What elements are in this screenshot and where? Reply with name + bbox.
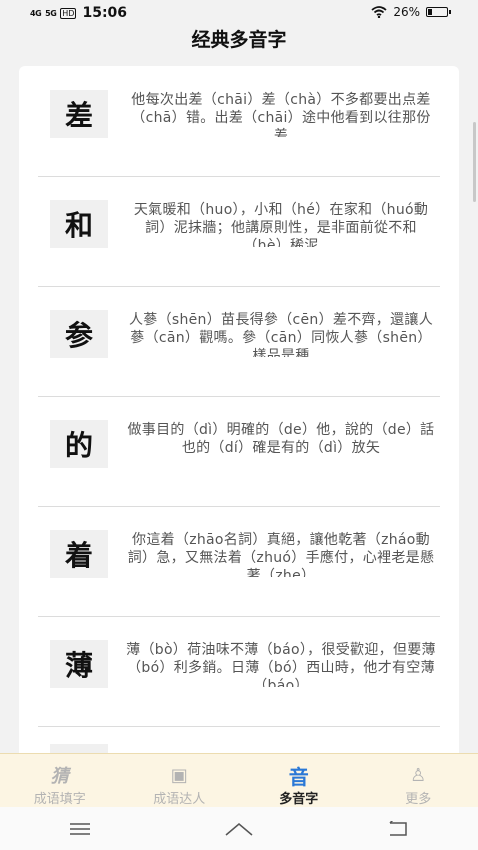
list-item-text: 你這着（zhāo名詞）真絕，讓他乾著（zháo動詞）急，又無法着（zhuó）手應… (127, 532, 435, 577)
wifi-icon (371, 6, 387, 18)
list-item-text: 做事目的（dì）明確的（de）他，說的（de）話也的（dí）確是有的（dì）放矢 (127, 422, 435, 456)
list-item[interactable]: 着 你這着（zhāo名詞）真絕，讓他乾著（zháo動詞）急，又無法着（zhuó）… (38, 506, 440, 617)
scrollbar[interactable] (473, 122, 476, 202)
list-item[interactable]: 参 人蔘（shēn）苗長得參（cēn）差不齊，還讓人蔘（cān）觀嗎。參（cān… (38, 286, 440, 397)
list-item-char: 薄 (50, 640, 108, 688)
tab-polyphone[interactable]: 音 多音字 (239, 754, 359, 808)
tab-more[interactable]: ♙ 更多 (359, 754, 478, 808)
signal-5g-icon: 5G (45, 8, 57, 18)
signal-4g-icon: 4G (30, 8, 42, 18)
back-icon (389, 820, 408, 836)
polyphone-list[interactable]: 差 他每次出差（chāi）差（chà）不多都要出点差（chā）错。出差（chāi… (19, 66, 459, 766)
back-button[interactable] (368, 814, 428, 844)
bottom-tab-bar: 猜 成语填字 ▣ 成语达人 音 多音字 ♙ 更多 (0, 753, 478, 808)
sound-char-icon: 音 (288, 764, 309, 789)
page-title: 经典多音字 (191, 29, 287, 51)
tab-label: 成语填字 (33, 792, 86, 807)
tab-idiom-master[interactable]: ▣ 成语达人 (120, 754, 240, 808)
book-icon: ▣ (170, 764, 188, 786)
list-item[interactable]: 的 做事目的（dì）明確的（de）他，說的（de）話也的（dí）確是有的（dì）… (38, 396, 440, 507)
list-item-text: 他每次出差（chāi）差（chà）不多都要出点差（chā）错。出差（chāi）途… (131, 92, 431, 137)
list-item-char: 参 (50, 310, 108, 358)
menu-button[interactable] (50, 814, 110, 844)
person-icon: ♙ (410, 764, 427, 786)
tab-label: 多音字 (279, 792, 319, 807)
battery-icon (426, 7, 451, 17)
list-item[interactable]: 差 他每次出差（chāi）差（chà）不多都要出点差（chā）错。出差（chāi… (38, 66, 440, 177)
list-item[interactable]: 薄 薄（bò）荷油味不薄（báo），很受歡迎，但要薄（bó）利多銷。日薄（bó）… (38, 616, 440, 727)
menu-icon (69, 822, 90, 835)
home-button[interactable] (209, 814, 269, 844)
list-item-text: 薄（bò）荷油味不薄（báo），很受歡迎，但要薄（bó）利多銷。日薄（bó）西山… (126, 642, 436, 687)
tab-label: 更多 (405, 792, 432, 807)
list-item-text: 人蔘（shēn）苗長得參（cēn）差不齊，還讓人蔘（cān）觀嗎。參（cān）同… (128, 312, 434, 357)
status-right: 26% (371, 5, 451, 19)
tab-idiom-fill[interactable]: 猜 成语填字 (0, 754, 120, 808)
battery-percent: 26% (393, 5, 420, 19)
tab-label: 成语达人 (153, 792, 206, 807)
list-item[interactable]: 和 天氣暖和（huo），小和（hé）在家和（huó動詞）泥抹牆；他講原則性，是非… (38, 176, 440, 287)
clock: 15:06 (82, 5, 128, 21)
list-item-char: 着 (50, 530, 108, 578)
status-bar: 4G 5G HD 15:06 26% (0, 0, 478, 26)
home-icon (225, 822, 253, 836)
status-left: 4G 5G HD 15:06 (30, 5, 127, 21)
list-item-char: 和 (50, 200, 108, 248)
list-item-char: 的 (50, 420, 108, 468)
list-item-text: 天氣暖和（huo），小和（hé）在家和（huó動詞）泥抹牆；他講原則性，是非面前… (133, 202, 429, 247)
guess-icon: 猜 (50, 766, 69, 787)
hd-icon: HD (60, 7, 77, 19)
list-item-char: 差 (50, 90, 108, 138)
battery-fill (428, 9, 433, 15)
system-nav-bar (0, 807, 478, 850)
